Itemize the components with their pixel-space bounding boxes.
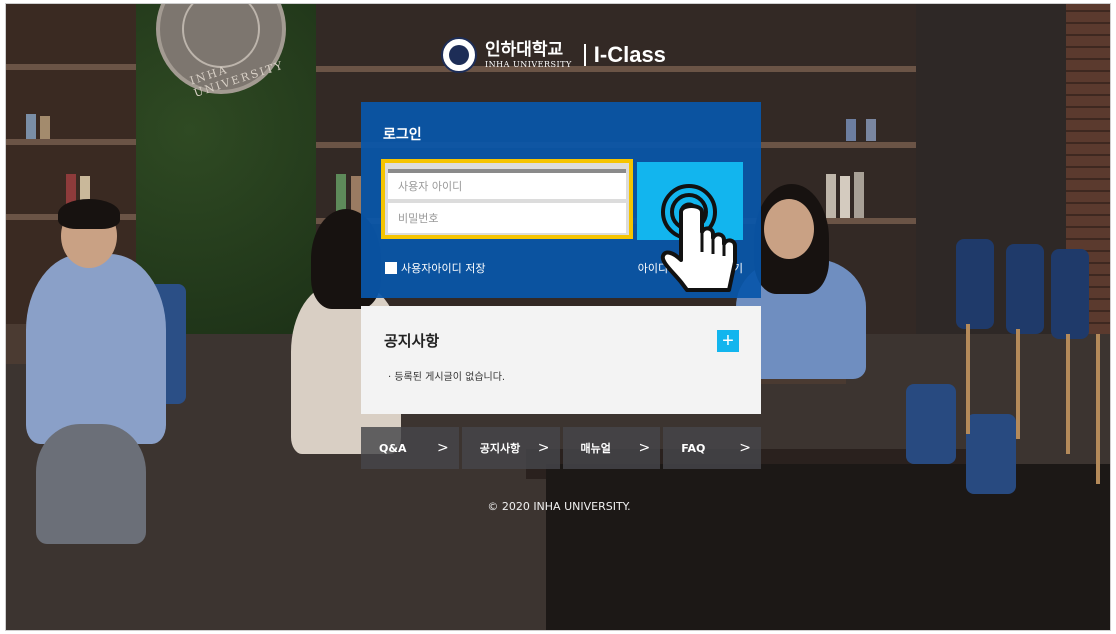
chair [966,414,1016,494]
book [840,176,850,218]
notice-empty-message: · 등록된 게시글이 없습니다. [388,372,506,383]
quick-link-label: Q&A [379,441,407,455]
site-logo[interactable]: 인하대학교 INHA UNIVERSITY I-Class [441,37,666,73]
emblem-core [449,45,469,65]
book [826,174,836,218]
chevron-right-icon: > [437,440,449,456]
chevron-right-icon: > [638,440,651,456]
quick-link-label: FAQ [681,441,706,455]
notice-panel: 공지사항 + · 등록된 게시글이 없습니다. [361,306,761,414]
remember-id-label: 사용자아이디 저장 [401,262,486,275]
product-name: I-Class [593,42,666,67]
student-legs [36,424,146,544]
notice-title: 공지사항 [384,332,440,350]
stool-leg [1016,329,1020,439]
checkbox-box[interactable] [385,262,397,274]
quick-link-notice[interactable]: 공지사항 > [461,427,560,469]
book [866,119,876,141]
shelf [6,139,136,145]
quick-link-label: 매뉴얼 [580,442,611,455]
table [546,464,1110,630]
chair [956,239,994,329]
chevron-right-icon: > [537,440,550,456]
login-title: 로그인 [383,127,422,143]
quick-link-qna[interactable]: Q&A > [361,427,459,469]
book [26,114,36,139]
book [40,116,50,139]
book [854,172,864,218]
chevron-right-icon: > [739,440,751,456]
remember-id-checkbox[interactable]: 사용자아이디 저장 [385,260,485,276]
logo-divider [583,44,586,66]
chair [1006,244,1044,334]
quick-link-manual[interactable]: 매뉴얼 > [562,427,661,469]
shelf [6,64,136,70]
book [846,119,856,141]
page-frame: INHA UNIVERSITY 인하대학교 INHA UNIVERSITY I-… [5,3,1111,631]
chair [1051,249,1089,339]
stool-leg [966,324,970,434]
stool-leg [1096,334,1100,484]
hand-tap-icon [660,184,737,292]
student-hair [58,199,120,229]
brand-text: 인하대학교 INHA UNIVERSITY [485,39,572,69]
credential-box [381,159,633,239]
inha-emblem-icon [441,37,477,73]
student [26,254,166,444]
quick-link-faq[interactable]: FAQ > [663,427,761,469]
user-id-input[interactable] [388,169,626,199]
chair [906,384,956,464]
student-head [764,199,814,259]
stool-leg [1066,334,1070,454]
brand-korean: 인하대학교 [485,39,564,60]
password-input[interactable] [388,203,626,233]
notice-more-button[interactable]: + [717,330,739,352]
quick-links: Q&A > 공지사항 > 매뉴얼 > FAQ > [361,427,761,469]
brand-english: INHA UNIVERSITY [485,59,572,69]
copyright-text: © 2020 INHA UNIVERSITY. [487,500,631,513]
quick-link-label: 공지사항 [479,442,521,455]
